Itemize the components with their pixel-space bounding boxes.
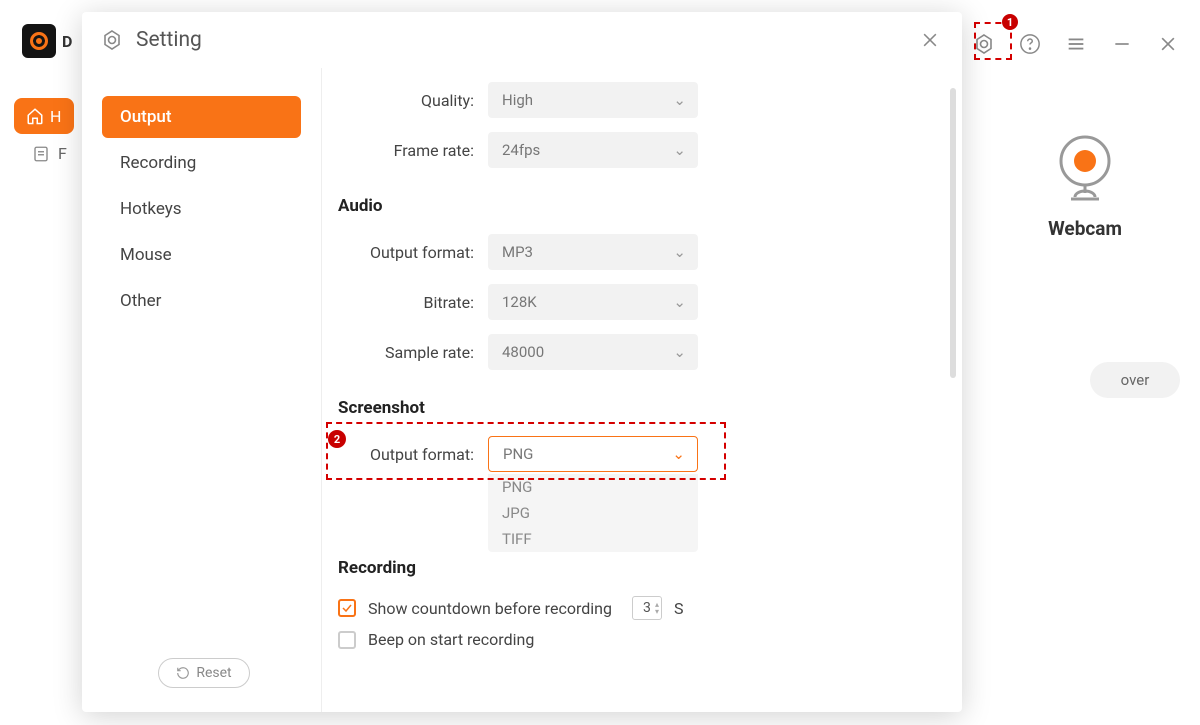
screenshot-format-label: Output format: (322, 445, 474, 464)
framerate-label: Frame rate: (322, 141, 474, 160)
row-audio-format: Output format: MP3 ⌄ (322, 234, 902, 270)
countdown-spinner[interactable]: 3 ▴▾ (632, 596, 662, 620)
countdown-label: Show countdown before recording (368, 599, 612, 618)
audio-header: Audio (338, 196, 902, 216)
app-logo (22, 24, 56, 58)
select-value: 24fps (502, 141, 540, 159)
quality-select[interactable]: High ⌄ (488, 82, 698, 118)
tab-home[interactable]: H (14, 98, 74, 134)
tab-file-label: F (58, 144, 67, 163)
dialog-body: Output Recording Hotkeys Mouse Other Res… (82, 68, 962, 712)
home-icon (26, 107, 44, 125)
gear-icon (100, 28, 124, 52)
sidebar-item-label: Recording (120, 153, 196, 173)
screenshot-header: Screenshot (338, 398, 902, 418)
recording-header: Recording (338, 558, 902, 578)
countdown-unit: S (674, 599, 684, 618)
beep-label: Beep on start recording (368, 630, 534, 649)
countdown-checkbox[interactable] (338, 599, 356, 617)
screenshot-format-select[interactable]: PNG ⌄ (488, 436, 698, 472)
settings-content: Quality: High ⌄ Frame rate: 24fps ⌄ Audi… (322, 68, 962, 712)
sidebar-item-label: Other (120, 291, 161, 311)
dropdown-option-tiff[interactable]: TIFF (488, 526, 698, 552)
dialog-header: Setting (82, 12, 962, 68)
scrollbar[interactable] (950, 88, 956, 378)
row-bitrate: Bitrate: 128K ⌄ (322, 284, 902, 320)
callout-marker-1: 1 (1002, 14, 1018, 30)
settings-dialog: Setting Output Recording Hotkeys Mouse O… (82, 12, 962, 712)
voiceover-label: over (1121, 371, 1150, 389)
row-samplerate: Sample rate: 48000 ⌄ (322, 334, 902, 370)
dropdown-option-jpg[interactable]: JPG (488, 500, 698, 526)
tab-home-label: H (50, 107, 61, 126)
row-beep: Beep on start recording (338, 630, 902, 649)
tab-file[interactable]: F (14, 144, 67, 163)
sidebar-item-hotkeys[interactable]: Hotkeys (102, 188, 301, 230)
webcam-icon (1053, 133, 1117, 197)
select-value: MP3 (502, 243, 533, 261)
app-title: D (62, 32, 72, 51)
row-screenshot-format: Output format: PNG ⌄ (322, 436, 902, 472)
menu-icon[interactable] (1064, 32, 1088, 56)
sidebar-item-label: Output (120, 107, 172, 127)
sidebar-item-output[interactable]: Output (102, 96, 301, 138)
chevron-down-icon: ⌄ (673, 141, 686, 159)
select-value: 128K (502, 293, 537, 311)
settings-sidebar: Output Recording Hotkeys Mouse Other Res… (82, 68, 322, 712)
beep-checkbox[interactable] (338, 631, 356, 649)
row-quality: Quality: High ⌄ (322, 82, 902, 118)
chevron-down-icon: ⌄ (673, 293, 686, 311)
select-value: High (502, 91, 533, 109)
screenshot-format-dropdown: PNG JPG TIFF (488, 474, 698, 552)
audio-format-select[interactable]: MP3 ⌄ (488, 234, 698, 270)
chevron-down-icon: ⌄ (673, 243, 686, 261)
select-value: PNG (503, 445, 533, 463)
file-icon (32, 145, 50, 163)
webcam-label: Webcam (1048, 217, 1122, 240)
sidebar-item-label: Mouse (120, 245, 172, 265)
select-value: 48000 (502, 343, 544, 361)
reset-button[interactable]: Reset (158, 658, 250, 688)
close-window-icon[interactable] (1156, 32, 1180, 56)
reset-label: Reset (196, 665, 231, 681)
sidebar-item-recording[interactable]: Recording (102, 142, 301, 184)
callout-marker-2: 2 (328, 430, 346, 448)
row-countdown: Show countdown before recording 3 ▴▾ S (338, 596, 902, 620)
webcam-card[interactable]: Webcam (990, 96, 1180, 276)
chevron-down-icon: ⌄ (673, 91, 686, 109)
bitrate-select[interactable]: 128K ⌄ (488, 284, 698, 320)
sidebar-item-mouse[interactable]: Mouse (102, 234, 301, 276)
chevron-down-icon: ⌄ (672, 445, 685, 463)
chevron-down-icon: ⌄ (673, 343, 686, 361)
row-framerate: Frame rate: 24fps ⌄ (322, 132, 902, 168)
bitrate-label: Bitrate: (322, 293, 474, 312)
check-icon (341, 602, 353, 614)
quality-label: Quality: (322, 91, 474, 110)
dialog-title: Setting (136, 28, 202, 52)
minimize-icon[interactable] (1110, 32, 1134, 56)
samplerate-select[interactable]: 48000 ⌄ (488, 334, 698, 370)
reset-icon (176, 666, 190, 680)
framerate-select[interactable]: 24fps ⌄ (488, 132, 698, 168)
help-icon[interactable] (1018, 32, 1042, 56)
close-icon (920, 30, 940, 50)
dropdown-option-png[interactable]: PNG (488, 474, 698, 500)
countdown-value: 3 (643, 600, 651, 616)
voiceover-button[interactable]: over (1090, 362, 1180, 398)
logo-icon (30, 32, 48, 50)
spinner-arrows-icon: ▴▾ (655, 601, 659, 615)
audio-format-label: Output format: (322, 243, 474, 262)
samplerate-label: Sample rate: (322, 343, 474, 362)
close-button[interactable] (916, 26, 944, 54)
sidebar-item-other[interactable]: Other (102, 280, 301, 322)
sidebar-item-label: Hotkeys (120, 199, 182, 219)
